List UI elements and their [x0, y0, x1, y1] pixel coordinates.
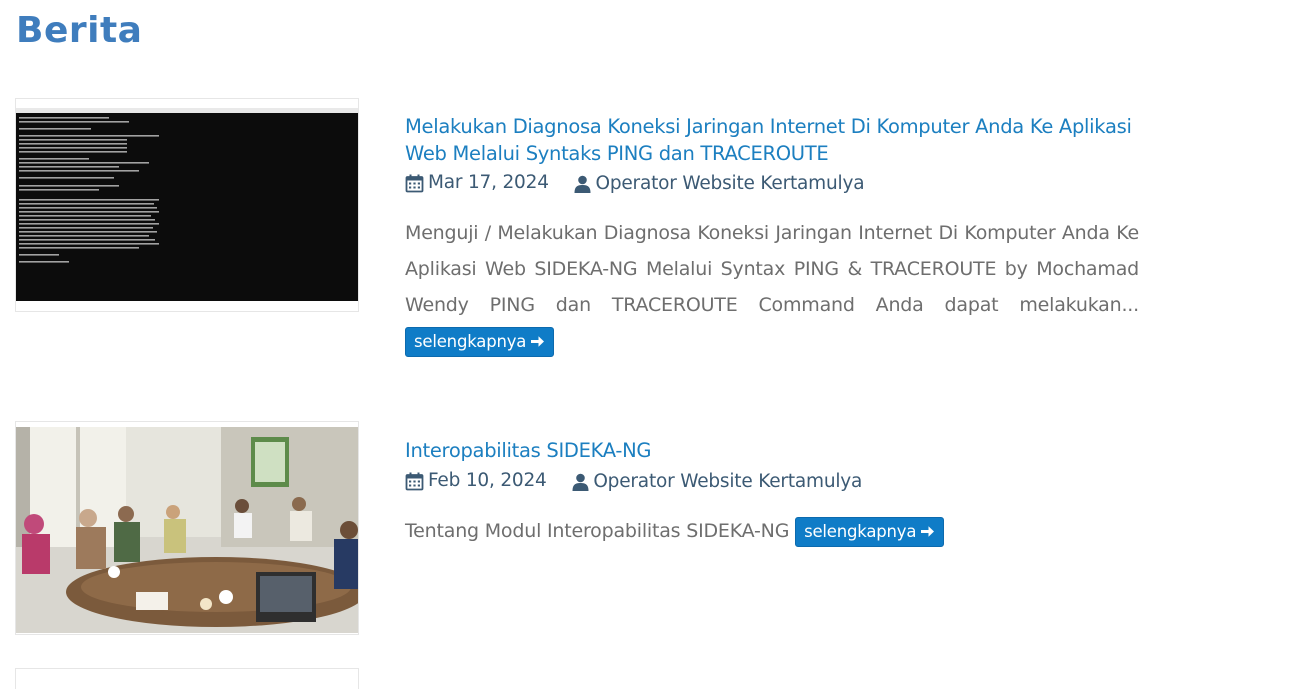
user-icon — [574, 175, 591, 193]
article-thumbnail[interactable] — [15, 98, 359, 312]
read-more-button[interactable]: selengkapnya — [405, 326, 555, 357]
page-title: Berita — [16, 10, 143, 51]
article-title-link[interactable]: Melakukan Diagnosa Koneksi Jaringan Inte… — [405, 113, 1165, 167]
article-excerpt-text: Tentang Modul Interopabilitas SIDEKA-NG — [405, 520, 790, 542]
article-excerpt: Menguji / Melakukan Diagnosa Koneksi Jar… — [405, 215, 1139, 359]
article-meta: Mar 17, 2024 Operator Website Kertamulya — [405, 171, 884, 200]
article-author: Operator Website Kertamulya — [572, 470, 862, 494]
command-prompt-image — [16, 99, 358, 311]
arrow-right-icon — [531, 336, 545, 347]
article-thumbnail[interactable] — [15, 421, 359, 635]
calendar-icon — [405, 472, 424, 490]
meeting-room-image — [16, 422, 358, 634]
article-thumbnail[interactable] — [15, 668, 359, 689]
read-more-button[interactable]: selengkapnya — [795, 516, 945, 547]
article-author-text: Operator Website Kertamulya — [593, 470, 863, 492]
article-date-text: Feb 10, 2024 — [428, 470, 547, 491]
article-author-text: Operator Website Kertamulya — [595, 172, 865, 194]
article-meta: Feb 10, 2024 Operator Website Kertamulya — [405, 469, 882, 498]
user-icon — [572, 473, 589, 491]
article-date: Feb 10, 2024 — [405, 469, 547, 493]
article-excerpt: Tentang Modul Interopabilitas SIDEKA-NG … — [405, 513, 1139, 549]
article-title-link[interactable]: Interopabilitas SIDEKA-NG — [405, 437, 1165, 464]
article-date: Mar 17, 2024 — [405, 171, 549, 195]
article-author: Operator Website Kertamulya — [574, 172, 865, 196]
calendar-icon — [405, 174, 424, 192]
read-more-label: selengkapnya — [414, 331, 527, 351]
arrow-right-icon — [921, 526, 935, 537]
read-more-label: selengkapnya — [804, 521, 917, 541]
article-date-text: Mar 17, 2024 — [428, 172, 549, 193]
article-excerpt-text: Menguji / Melakukan Diagnosa Koneksi Jar… — [405, 222, 1139, 316]
